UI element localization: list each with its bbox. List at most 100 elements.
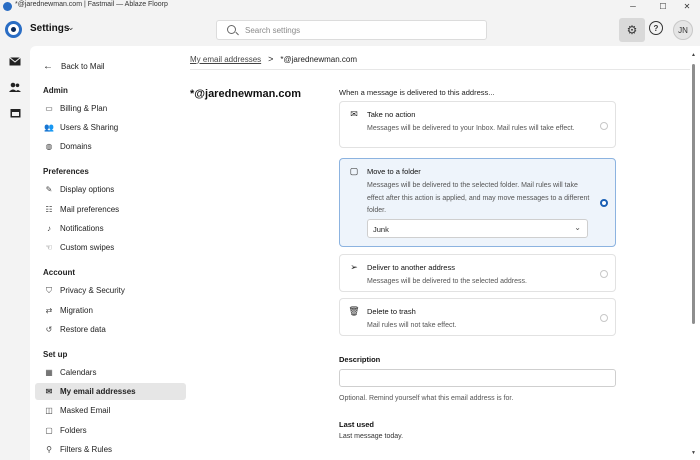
option-take-no-action[interactable]: ✉ Take no action Messages will be delive… [339, 101, 616, 148]
shield-icon: ⛉ [46, 285, 52, 295]
nav-item-privacy-security[interactable]: ⛉ Privacy & Security [35, 282, 186, 299]
close-window-button[interactable]: ✕ [672, 0, 700, 13]
folder-select[interactable]: Junk ⌄ [367, 219, 588, 238]
restore-icon: ↺ [45, 325, 53, 334]
scroll-up-icon[interactable]: ▲ [691, 52, 696, 58]
bell-icon: ♪ [47, 224, 51, 233]
envelope-icon: ✉ [350, 108, 358, 119]
option-radio[interactable] [600, 314, 608, 322]
minimize-button[interactable]: ─ [618, 0, 648, 13]
nav-section-preferences: Preferences [43, 167, 89, 176]
option-title: Delete to trash [367, 307, 416, 316]
nav-section-set-up: Set up [43, 350, 68, 359]
nav-item-filters-rules[interactable]: ⚲ Filters & Rules [35, 441, 186, 458]
breadcrumb-separator: > [268, 54, 274, 64]
nav-item-label: Restore data [60, 325, 106, 334]
billing-icon: ▭ [45, 104, 53, 113]
nav-item-my-email-addresses[interactable]: ✉ My email addresses [35, 383, 186, 400]
settings-nav: ← Back to Mail Admin ▭ Billing & Plan 👥 Us… [30, 46, 190, 460]
breadcrumb-parent-link[interactable]: My email addresses [190, 55, 261, 64]
nav-item-notifications[interactable]: ♪ Notifications [35, 220, 186, 237]
divider [190, 69, 690, 70]
option-deliver-to-another-address[interactable]: ➢ Deliver to another address Messages wi… [339, 254, 616, 292]
contacts-icon[interactable] [9, 82, 21, 92]
nav-item-label: Billing & Plan [60, 104, 108, 113]
send-icon: ➢ [350, 261, 358, 272]
nav-item-display-options[interactable]: ✎ Display options [35, 181, 186, 198]
nav-item-label: Privacy & Security [60, 286, 125, 295]
nav-item-label: Custom swipes [60, 243, 115, 252]
settings-gear-button[interactable]: ⚙ [619, 18, 645, 42]
option-description: Messages will be delivered to the select… [367, 278, 527, 285]
option-title: Deliver to another address [367, 263, 455, 272]
nav-item-folders[interactable]: ▢ Folders [35, 422, 186, 439]
trash-icon: 🗑 [348, 305, 360, 316]
nav-section-account: Account [43, 268, 75, 277]
option-radio[interactable] [600, 270, 608, 278]
calendar-icon[interactable] [9, 108, 21, 118]
scrollbar[interactable]: ▲ ▼ [691, 52, 696, 456]
search-input[interactable] [245, 24, 475, 37]
main-panel: ← Back to Mail Admin ▭ Billing & Plan 👥 Us… [30, 46, 700, 460]
folder-select-value: Junk [373, 225, 389, 234]
nav-item-domains[interactable]: ◍ Domains [35, 138, 186, 155]
nav-item-label: Users & Sharing [60, 123, 119, 132]
nav-item-restore-data[interactable]: ↺ Restore data [35, 321, 186, 338]
nav-item-billing[interactable]: ▭ Billing & Plan [35, 100, 186, 117]
last-used-value: Last message today. [339, 433, 404, 440]
description-help-text: Optional. Remind yourself what this emai… [339, 395, 514, 402]
back-to-mail-link[interactable]: ← Back to Mail [43, 59, 183, 73]
option-delete-to-trash[interactable]: 🗑 Delete to trash Mail rules will not ta… [339, 298, 616, 336]
option-description: Messages will be delivered to the select… [367, 182, 590, 214]
avatar[interactable]: JN [673, 20, 693, 40]
chevron-down-icon[interactable]: ⌄ [67, 22, 75, 33]
sliders-icon: ☷ [45, 205, 53, 214]
nav-item-label: Mail preferences [60, 205, 120, 214]
nav-section-admin: Admin [43, 86, 68, 95]
option-radio-selected[interactable] [600, 199, 608, 207]
nav-item-label: Display options [60, 185, 115, 194]
calendar-icon: ▦ [45, 368, 53, 377]
window-titlebar: *@jarednewman.com | Fastmail — Ablaze Fl… [0, 0, 700, 13]
settings-title[interactable]: Settings [30, 23, 69, 34]
nav-item-users-sharing[interactable]: 👥 Users & Sharing [35, 119, 186, 136]
nav-item-label: Folders [60, 426, 87, 435]
page-title: *@jarednewman.com [190, 88, 301, 100]
help-icon[interactable]: ? [649, 21, 663, 35]
search-box[interactable] [216, 20, 487, 40]
scroll-down-icon[interactable]: ▼ [691, 450, 696, 456]
folder-icon: ▢ [45, 426, 53, 435]
settings-content: My email addresses > *@jarednewman.com *… [190, 46, 696, 460]
option-title: Move to a folder [367, 167, 421, 176]
nav-item-mail-preferences[interactable]: ☷ Mail preferences [35, 201, 186, 218]
option-description: Messages will be delivered to your Inbox… [367, 125, 575, 132]
folder-icon: ▢ [349, 165, 359, 176]
nav-item-calendars[interactable]: ▦ Calendars [35, 364, 186, 381]
back-to-mail-label: Back to Mail [61, 61, 105, 71]
option-radio[interactable] [600, 122, 608, 130]
nav-item-masked-email[interactable]: ◫ Masked Email [35, 402, 186, 419]
migration-arrows-icon: ⇄ [45, 306, 53, 315]
description-input[interactable] [339, 369, 616, 387]
mail-icon[interactable] [9, 56, 21, 66]
window-title: *@jarednewman.com | Fastmail — Ablaze Fl… [15, 1, 168, 8]
fastmail-logo-icon[interactable] [5, 21, 22, 38]
search-icon [227, 25, 236, 34]
browser-favicon-icon [3, 2, 12, 11]
users-icon: 👥 [44, 123, 54, 132]
breadcrumb-current: *@jarednewman.com [280, 54, 358, 64]
nav-item-label: Masked Email [60, 406, 111, 415]
scrollbar-thumb[interactable] [692, 64, 695, 324]
nav-item-label: Notifications [60, 224, 104, 233]
app-header: Settings ⌄ ⚙ ? JN [0, 13, 700, 46]
option-description: Mail rules will not take effect. [367, 322, 457, 329]
nav-item-custom-swipes[interactable]: ☜ Custom swipes [35, 239, 186, 256]
description-label: Description [339, 355, 381, 364]
nav-item-label: Migration [60, 306, 93, 315]
nav-item-migration[interactable]: ⇄ Migration [35, 302, 186, 319]
nav-item-label: Domains [60, 142, 92, 151]
chevron-down-icon: ⌄ [574, 223, 581, 232]
mask-icon: ◫ [45, 406, 53, 415]
option-title: Take no action [367, 110, 416, 119]
option-move-to-folder[interactable]: ▢ Move to a folder Messages will be deli… [339, 158, 616, 247]
